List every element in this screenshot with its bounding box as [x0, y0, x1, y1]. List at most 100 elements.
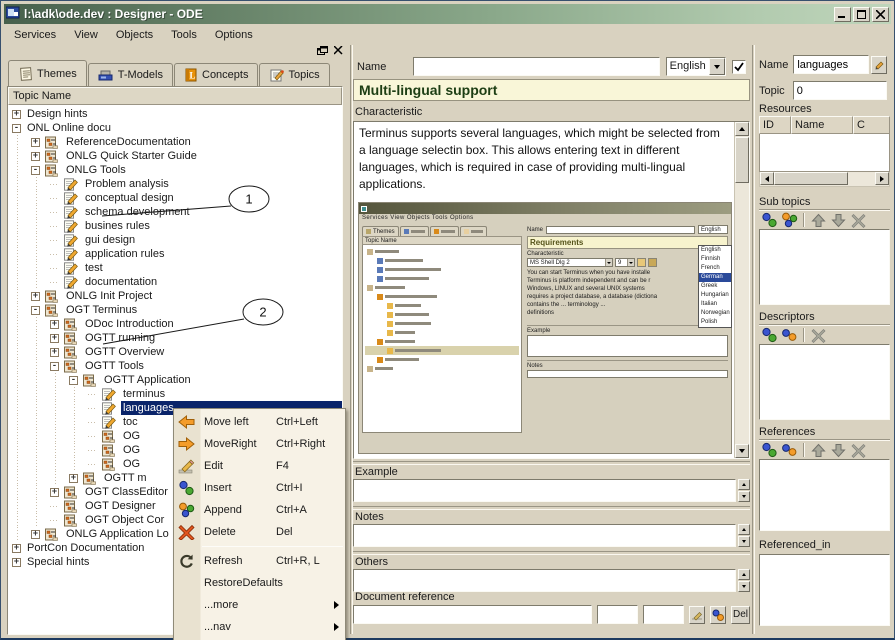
menu-options[interactable]: Options — [206, 27, 262, 43]
close-panel-icon[interactable] — [334, 46, 343, 55]
example-spinner[interactable] — [738, 479, 750, 502]
insert-icon[interactable] — [761, 212, 778, 228]
tree-item[interactable]: terminus — [8, 387, 342, 401]
expand-icon[interactable]: + — [12, 110, 21, 119]
tree-item-label[interactable]: ONLG Init Project — [64, 289, 154, 303]
tree-item-label[interactable]: OGTT Tools — [83, 359, 146, 373]
xdis-icon[interactable] — [850, 212, 867, 228]
title-bar[interactable]: l:\adk\ode.dev : Designer - ODE — [4, 4, 891, 24]
scroll-right-icon[interactable] — [875, 172, 889, 185]
document-reference-field2[interactable] — [597, 605, 638, 624]
menu-item-move-left[interactable]: Move leftCtrl+Left — [174, 411, 345, 433]
rp-name-edit-button[interactable] — [871, 56, 887, 74]
section-splitter[interactable] — [353, 551, 750, 555]
resources-column-name[interactable]: Name — [791, 116, 853, 134]
tree-item[interactable]: +Design hints — [8, 107, 342, 121]
document-reference-field3[interactable] — [643, 605, 684, 624]
scroll-thumb[interactable] — [735, 137, 749, 183]
rp-topic-input[interactable] — [793, 81, 887, 100]
expand-icon[interactable]: + — [12, 544, 21, 553]
tree-item[interactable]: -OGTT Application — [8, 373, 342, 387]
down-icon[interactable] — [830, 212, 847, 228]
tree-item[interactable]: + ReferenceDocumentation — [8, 135, 342, 149]
others-spinner[interactable] — [738, 569, 750, 592]
tree-item-label[interactable]: OGT Designer — [83, 499, 158, 513]
scroll-down-icon[interactable] — [735, 444, 749, 458]
float-panel-icon[interactable] — [317, 46, 328, 55]
tree-item[interactable]: schema development — [8, 205, 342, 219]
expand-icon[interactable]: + — [50, 320, 59, 329]
expand-icon[interactable]: + — [12, 558, 21, 567]
insert-icon[interactable] — [761, 327, 778, 343]
tree-item-label[interactable]: busines rules — [83, 219, 152, 233]
minimize-button[interactable] — [834, 7, 851, 22]
tab-concepts[interactable]: LConcepts — [174, 63, 258, 86]
language-combo[interactable]: English — [666, 57, 727, 76]
scroll-left-icon[interactable] — [760, 172, 774, 185]
expand-icon[interactable]: + — [31, 138, 40, 147]
others-textarea[interactable] — [353, 569, 736, 592]
section-splitter[interactable] — [353, 461, 750, 465]
resources-hscrollbar[interactable] — [759, 172, 890, 187]
close-button[interactable] — [872, 7, 889, 22]
tree-item-label[interactable]: OGT Terminus — [64, 303, 139, 317]
tree-item-label[interactable]: ONLG Application Lo — [64, 527, 171, 541]
tree-item[interactable]: test — [8, 261, 342, 275]
menu-item-edit[interactable]: EditF4 — [174, 455, 345, 477]
references-list[interactable] — [759, 459, 890, 531]
menu-item-insert[interactable]: InsertCtrl+I — [174, 477, 345, 499]
scroll-up-icon[interactable] — [735, 122, 749, 136]
collapse-icon[interactable]: - — [69, 376, 78, 385]
tree-item-label[interactable]: PortCon Documentation — [25, 541, 146, 555]
tree-item-label[interactable]: ONL Online docu — [25, 121, 113, 135]
expand-icon[interactable]: + — [50, 348, 59, 357]
tree-item-label[interactable]: Problem analysis — [83, 177, 171, 191]
collapse-icon[interactable]: - — [12, 124, 21, 133]
append-icon[interactable] — [781, 212, 798, 228]
tree-item[interactable]: +ODoc Introduction — [8, 317, 342, 331]
resources-column-c[interactable]: C — [853, 116, 890, 134]
docref-del-button[interactable]: Del — [731, 606, 750, 624]
xdis-icon[interactable] — [850, 442, 867, 458]
link-icon[interactable] — [781, 442, 798, 458]
tree-item-label[interactable]: Special hints — [25, 555, 91, 569]
menu-item-more[interactable]: ...more — [174, 594, 345, 616]
menu-item-append[interactable]: AppendCtrl+A — [174, 499, 345, 521]
collapse-icon[interactable]: - — [31, 306, 40, 315]
menu-item-nav[interactable]: ...nav — [174, 616, 345, 638]
notes-textarea[interactable] — [353, 524, 736, 547]
tab-t-models[interactable]: T-Models — [88, 63, 173, 86]
tree-item[interactable]: conceptual design — [8, 191, 342, 205]
descriptors-list[interactable] — [759, 344, 890, 420]
tree-item[interactable]: + ONLG Init Project — [8, 289, 342, 303]
tab-topics[interactable]: Topics — [259, 63, 329, 86]
tree-item-label[interactable]: application rules — [83, 247, 167, 261]
link-icon[interactable] — [781, 327, 798, 343]
splitter-right[interactable] — [752, 45, 755, 634]
tree-item-label[interactable]: ONLG Quick Starter Guide — [64, 149, 199, 163]
tree-item-label[interactable]: ReferenceDocumentation — [64, 135, 193, 149]
tree-item-label[interactable]: toc — [121, 415, 140, 429]
expand-icon[interactable]: + — [50, 334, 59, 343]
tree-item-label[interactable]: OGTT running — [83, 331, 157, 345]
document-reference-input[interactable] — [353, 605, 592, 624]
resources-table-body[interactable] — [759, 134, 890, 172]
example-textarea[interactable] — [353, 479, 736, 502]
tree-item-label[interactable]: OG — [121, 429, 142, 443]
expand-icon[interactable]: + — [31, 152, 40, 161]
up-icon[interactable] — [810, 442, 827, 458]
tree-item-label[interactable]: terminus — [121, 387, 167, 401]
menu-objects[interactable]: Objects — [107, 27, 162, 43]
subtopics-list[interactable] — [759, 229, 890, 305]
tree-item-label[interactable]: OGTT m — [102, 471, 149, 485]
tree-item-label[interactable]: schema development — [83, 205, 192, 219]
tree-item-label[interactable]: conceptual design — [83, 191, 176, 205]
down-icon[interactable] — [830, 442, 847, 458]
characteristic-scrollbar[interactable] — [734, 122, 749, 458]
expand-icon[interactable]: + — [31, 292, 40, 301]
menu-item-refresh[interactable]: RefreshCtrl+R, L — [174, 550, 345, 572]
tree-item[interactable]: application rules — [8, 247, 342, 261]
insert-icon[interactable] — [761, 442, 778, 458]
tree-item[interactable]: - OGT Terminus — [8, 303, 342, 317]
expand-icon[interactable]: + — [50, 488, 59, 497]
